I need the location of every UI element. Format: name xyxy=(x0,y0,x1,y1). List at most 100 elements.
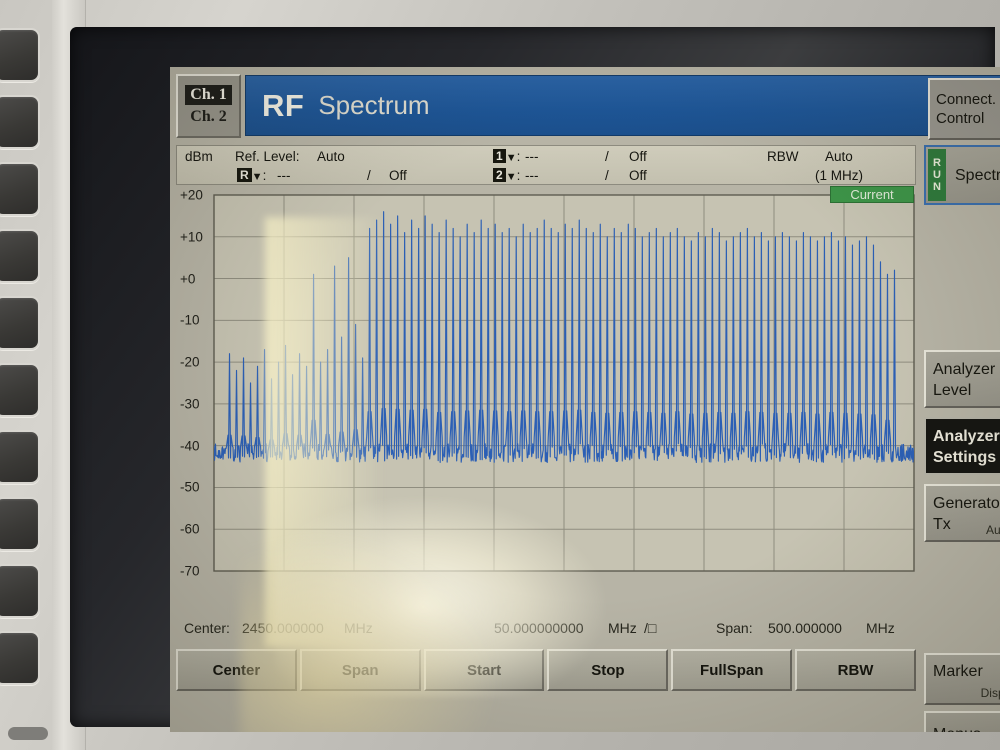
marker2-state[interactable]: Off xyxy=(629,166,647,185)
y-axis-tick-label: -60 xyxy=(180,521,200,537)
sidebar-item-generator-tx[interactable]: Generator Tx AuxTx xyxy=(924,484,1000,542)
span-label: Span: xyxy=(716,620,753,636)
menus-line1: Menus xyxy=(926,724,981,733)
softkey-start[interactable]: Start xyxy=(423,649,545,691)
lcd-screen: Ch. 1 Ch. 2 RF Spectrum Connect. Control… xyxy=(170,67,1000,732)
marker1-arrow-down-icon: ▼ xyxy=(505,152,517,164)
sidebar-item-marker[interactable]: Marker Display xyxy=(924,653,1000,705)
softkey-row: Center Span Start Stop FullSpan RBW xyxy=(176,649,916,691)
frequency-info-bar: Center: 2450.000000 MHz 50.000000000 MHz… xyxy=(176,615,916,643)
softkey-stop[interactable]: Stop xyxy=(547,649,669,691)
tab-ch1[interactable]: Ch. 1 xyxy=(185,85,232,105)
rbw-label[interactable]: RBW xyxy=(767,147,799,166)
connect-control-button[interactable]: Connect. Control xyxy=(928,78,1000,140)
run-status-indicator: R U N xyxy=(928,149,946,201)
ref-marker-value: --- xyxy=(277,168,291,183)
hardware-softkey-3[interactable] xyxy=(0,162,40,216)
channel-tab-group[interactable]: Ch. 1 Ch. 2 xyxy=(176,74,241,138)
mode-title-bar: RF Spectrum xyxy=(245,75,1000,136)
y-axis-tick-label: +0 xyxy=(180,271,196,287)
softkey-center[interactable]: Center xyxy=(176,649,297,691)
span-unit: MHz xyxy=(866,620,895,636)
connect-control-line2: Control xyxy=(936,110,985,127)
y-axis-tick-label: +10 xyxy=(180,229,203,245)
hardware-softkey-5[interactable] xyxy=(0,296,40,350)
per-div-unit: MHz xyxy=(608,620,637,636)
analyzer-settings-line1: Analyzer xyxy=(933,428,1000,445)
title-bar: Ch. 1 Ch. 2 RF Spectrum Connect. Control xyxy=(172,71,1000,141)
run-letter-u: U xyxy=(933,169,941,181)
center-value[interactable]: 2450.000000 xyxy=(242,620,324,636)
generator-auxtx-tag: AuxTx xyxy=(985,523,1000,537)
rbw-unit: (1 MHz) xyxy=(815,168,863,183)
analyzer-level-line1: Analyzer xyxy=(933,361,996,378)
per-div-value: 50.000000000 xyxy=(494,620,584,636)
hardware-softkey-2[interactable] xyxy=(0,95,40,149)
hardware-softkey-column xyxy=(0,28,50,728)
y-axis-tick-label: -30 xyxy=(180,396,200,412)
span-value[interactable]: 500.000000 xyxy=(768,620,842,636)
ref-marker-state[interactable]: Off xyxy=(389,166,407,185)
marker-display-tag: Display xyxy=(980,686,1000,700)
sidebar-spectrum-label: Spectrum xyxy=(955,166,1000,184)
softkey-fullspan[interactable]: FullSpan xyxy=(671,649,793,691)
hardware-softkey-4[interactable] xyxy=(0,229,40,283)
sidebar-item-menus[interactable]: Menus xyxy=(924,711,1000,732)
marker1-sep: / xyxy=(605,149,609,164)
y-axis-tick-label: -50 xyxy=(180,479,200,495)
screen-title: Spectrum xyxy=(318,90,430,120)
sidebar-item-analyzer-settings[interactable]: Analyzer Settings xyxy=(924,417,1000,475)
hardware-softkey-9[interactable] xyxy=(0,564,40,618)
y-axis-tick-label: -10 xyxy=(180,312,200,328)
ref-level-label[interactable]: Ref. Level: xyxy=(235,147,300,166)
marker2-id: 2 xyxy=(493,168,506,182)
analyzer-settings-line2: Settings xyxy=(933,449,997,466)
connect-control-line1: Connect. xyxy=(936,91,997,108)
marker2-value: --- xyxy=(525,168,539,183)
hardware-softkey-6[interactable] xyxy=(0,363,40,417)
marker2-badge[interactable]: 2 ▼: xyxy=(493,166,520,185)
marker1-badge[interactable]: 1 ▼: xyxy=(493,147,520,166)
center-unit: MHz xyxy=(344,620,373,636)
run-letter-r: R xyxy=(933,157,941,169)
hardware-softkey-7[interactable] xyxy=(0,430,40,484)
ref-marker-sep: / xyxy=(367,168,371,183)
spectrum-plot[interactable]: Current +20 +10 +0 -10 -20 -30 -40 -50 -60 -70 xyxy=(176,185,916,613)
per-div-symbol: /□ xyxy=(644,620,657,636)
hardware-softkey-8[interactable] xyxy=(0,497,40,551)
marker1-value: --- xyxy=(525,149,539,164)
unit-label: dBm xyxy=(185,149,213,164)
hardware-softkey-10[interactable] xyxy=(0,631,40,685)
y-axis-tick-label: +20 xyxy=(180,187,203,203)
right-menu-sidebar: R U N Spectrum Analyzer Level Analyzer S… xyxy=(922,145,1000,732)
sidebar-item-spectrum[interactable]: R U N Spectrum xyxy=(924,145,1000,205)
y-axis-tick-label: -20 xyxy=(180,354,200,370)
instrument-body: Ch. 1 Ch. 2 RF Spectrum Connect. Control… xyxy=(0,0,1000,750)
marker-arrow-down-icon: ▼ xyxy=(251,171,263,183)
ref-level-value[interactable]: Auto xyxy=(317,147,345,166)
marker2-sep: / xyxy=(605,168,609,183)
marker2-arrow-down-icon: ▼ xyxy=(505,171,517,183)
mode-label: RF xyxy=(262,87,305,123)
center-label: Center: xyxy=(184,620,230,636)
marker1-id: 1 xyxy=(493,149,506,163)
sidebar-item-analyzer-level[interactable]: Analyzer Level xyxy=(924,350,1000,408)
spectrum-plot-svg xyxy=(213,194,915,572)
trace-legend-current: Current xyxy=(830,186,914,203)
ref-marker-id: R xyxy=(237,168,252,182)
measurement-status-bar: dBm Ref. Level: Auto R ▼: --- / Off 1 ▼: -… xyxy=(176,145,916,185)
display-housing: Ch. 1 Ch. 2 RF Spectrum Connect. Control… xyxy=(70,27,1000,732)
y-axis-tick-label: -40 xyxy=(180,438,200,454)
softkey-rbw[interactable]: RBW xyxy=(795,649,916,691)
generator-line1: Generator xyxy=(933,495,1000,512)
run-letter-n: N xyxy=(933,181,941,193)
y-axis-tick-label: -70 xyxy=(180,563,200,579)
softkey-span[interactable]: Span xyxy=(299,649,421,691)
tab-ch2[interactable]: Ch. 2 xyxy=(185,107,231,127)
ref-marker-badge[interactable]: R ▼: xyxy=(237,166,266,185)
hardware-softkey-1[interactable] xyxy=(0,28,40,82)
bezel-nub xyxy=(8,727,48,740)
marker-line1: Marker xyxy=(933,663,983,680)
rbw-value[interactable]: Auto xyxy=(825,147,853,166)
marker1-state[interactable]: Off xyxy=(629,147,647,166)
